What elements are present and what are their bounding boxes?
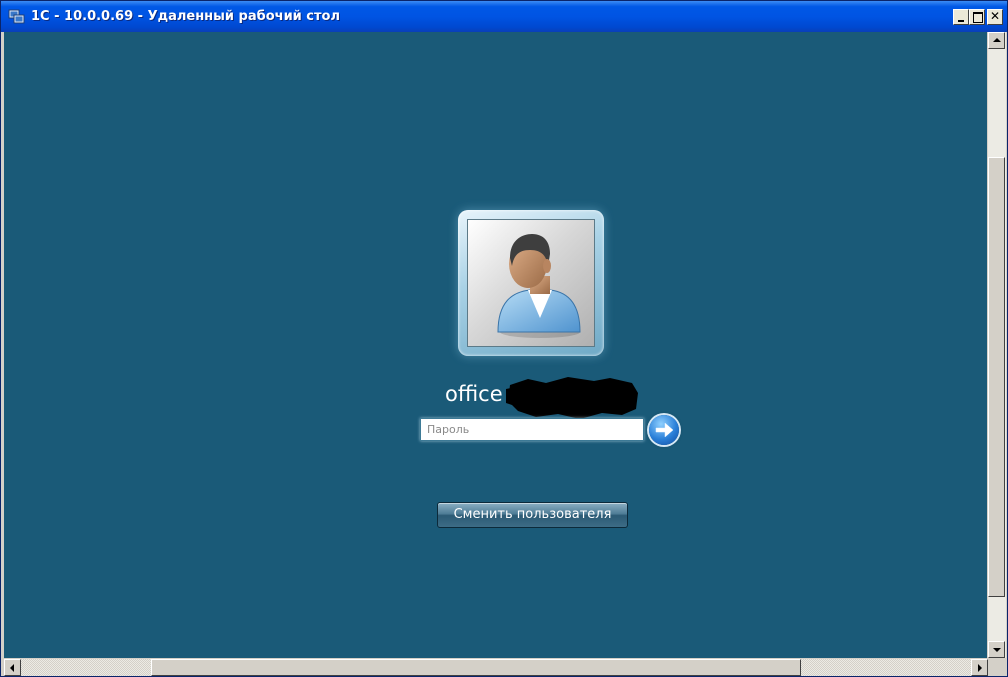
minimize-icon <box>958 20 964 22</box>
remote-desktop-icon <box>8 9 26 25</box>
horizontal-scrollbar[interactable] <box>4 659 988 676</box>
minimize-button[interactable] <box>953 9 969 25</box>
username-label: office <box>445 382 503 406</box>
vertical-scrollbar[interactable] <box>988 32 1006 658</box>
user-avatar-frame[interactable] <box>458 210 604 356</box>
password-input[interactable] <box>420 418 644 441</box>
chevron-up-icon <box>993 38 1001 42</box>
window-title: 1С - 10.0.0.69 - Удаленный рабочий стол <box>31 9 341 24</box>
scroll-up-button[interactable] <box>988 32 1005 49</box>
redaction-mark <box>506 375 640 420</box>
chevron-right-icon <box>978 664 982 672</box>
switch-user-button[interactable]: Сменить пользователя <box>437 502 628 528</box>
remote-desktop-window: 1С - 10.0.0.69 - Удаленный рабочий стол … <box>0 0 1008 677</box>
horizontal-scroll-thumb[interactable] <box>151 659 801 676</box>
maximize-icon <box>973 12 983 23</box>
chevron-left-icon <box>10 664 14 672</box>
maximize-button[interactable] <box>969 9 985 25</box>
remote-desktop-screen[interactable]: office Сменить пользователя <box>4 32 987 658</box>
vertical-scroll-thumb[interactable] <box>988 157 1005 597</box>
scrollbar-corner <box>988 659 1006 676</box>
scroll-right-button[interactable] <box>971 659 988 676</box>
scroll-left-button[interactable] <box>4 659 21 676</box>
user-avatar-icon <box>467 219 595 347</box>
submit-login-button[interactable] <box>649 415 679 445</box>
chevron-down-icon <box>993 648 1001 652</box>
close-icon: ✕ <box>989 9 1001 23</box>
title-bar[interactable]: 1С - 10.0.0.69 - Удаленный рабочий стол … <box>1 1 1007 32</box>
close-button[interactable]: ✕ <box>987 9 1003 25</box>
scroll-down-button[interactable] <box>988 641 1005 658</box>
arrow-right-icon <box>655 422 674 438</box>
